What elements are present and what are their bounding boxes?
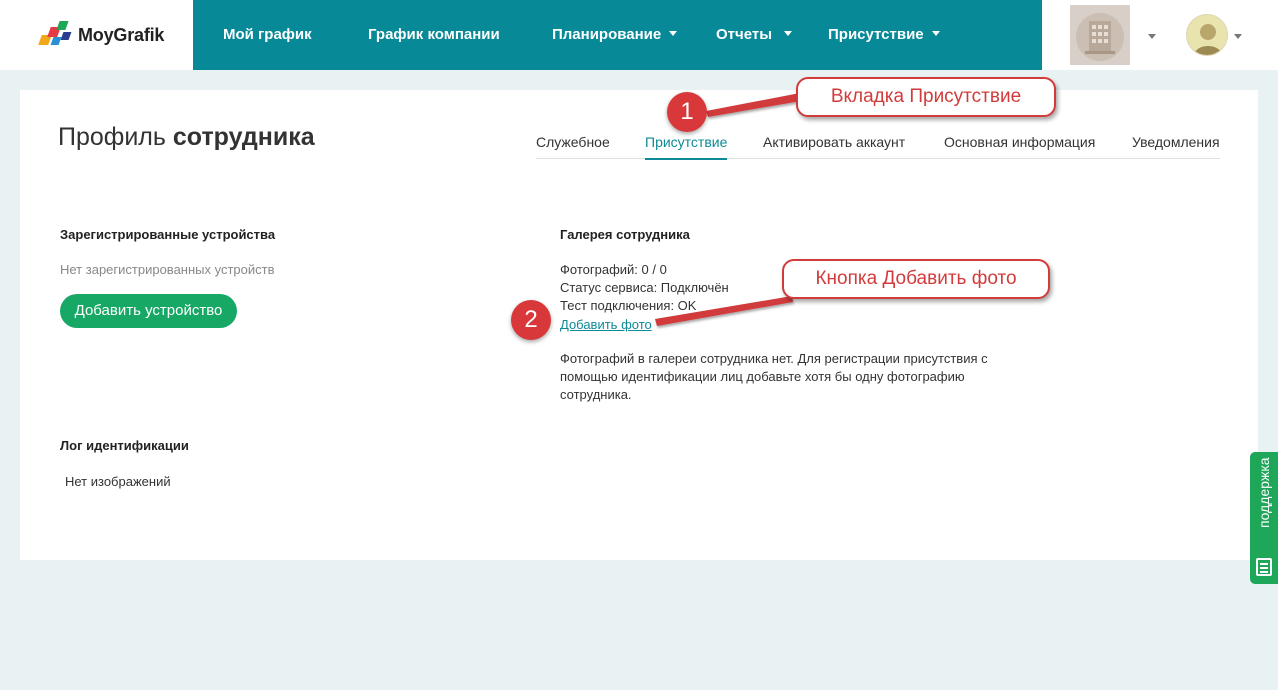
add-device-button[interactable]: Добавить устройство [60, 294, 237, 328]
devices-title: Зарегистрированные устройства [60, 227, 276, 242]
user-icon [1187, 15, 1227, 55]
nav-company-schedule[interactable]: График компании [368, 0, 500, 70]
support-chat-icon [1256, 558, 1272, 576]
nav-my-schedule-label: Мой график [223, 26, 312, 43]
tab-activate-account[interactable]: Активировать аккаунт [763, 134, 905, 159]
header: MoyGrafik Мой график График компании Пла… [0, 0, 1278, 70]
user-avatar[interactable] [1186, 14, 1228, 56]
chevron-down-icon [669, 30, 678, 36]
nav-my-schedule[interactable]: Мой график [223, 0, 312, 70]
annotation-callout-add-photo: Кнопка Добавить фото [782, 259, 1050, 299]
tab-service-label: Служебное [536, 134, 610, 150]
support-tab[interactable]: поддержка [1250, 452, 1278, 584]
annotation-callout-attendance-tab: Вкладка Присутствие [796, 77, 1056, 117]
annotation-marker-2: 2 [511, 300, 551, 340]
tab-attendance[interactable]: Присутствие [645, 134, 728, 160]
profile-tabs: Служебное Присутствие Активировать аккау… [536, 134, 1220, 160]
company-menu-chevron-icon[interactable] [1148, 34, 1156, 39]
tab-attendance-label: Присутствие [645, 134, 728, 150]
log-empty-text: Нет изображений [65, 474, 171, 489]
building-icon [1070, 5, 1130, 65]
devices-empty-text: Нет зарегистрированных устройств [60, 262, 275, 277]
tab-service[interactable]: Служебное [536, 134, 610, 159]
chevron-down-icon [931, 30, 940, 36]
gallery-title: Галерея сотрудника [560, 227, 690, 242]
nav-planning[interactable]: Планирование [552, 0, 678, 70]
logo-icon [38, 21, 74, 49]
tab-notifications-label: Уведомления [1132, 134, 1220, 150]
profile-card: Профиль сотрудника Служебное Присутствие… [20, 90, 1258, 560]
active-tab-indicator [645, 158, 728, 160]
page-title-bold: сотрудника [172, 123, 315, 151]
tab-main-info[interactable]: Основная информация [944, 134, 1095, 159]
annotation-marker-1: 1 [667, 92, 707, 132]
gallery-photo-count: Фотографий: 0 / 0 [560, 262, 667, 277]
nav-planning-label: Планирование [552, 26, 662, 43]
gallery-service-status: Статус сервиса: Подключён [560, 280, 729, 295]
user-menu-chevron-icon[interactable] [1234, 34, 1242, 39]
page-title: Профиль сотрудника [58, 123, 315, 152]
nav-attendance[interactable]: Присутствие [828, 0, 940, 70]
log-title: Лог идентификации [60, 438, 189, 453]
company-picture[interactable] [1070, 5, 1130, 65]
chevron-down-icon [784, 30, 793, 36]
gallery-connection-test: Тест подключения: OK [560, 298, 697, 313]
nav-company-schedule-label: График компании [368, 26, 500, 43]
nav-reports-label: Отчеты [716, 26, 773, 43]
nav-attendance-label: Присутствие [828, 26, 924, 43]
add-photo-link[interactable]: Добавить фото [560, 317, 652, 332]
page-title-light: Профиль [58, 123, 166, 151]
nav-reports[interactable]: Отчеты [716, 0, 793, 70]
tab-main-info-label: Основная информация [944, 134, 1096, 150]
support-label: поддержка [1256, 457, 1272, 528]
tab-notifications[interactable]: Уведомления [1132, 134, 1220, 159]
brand-name: MoyGrafik [78, 24, 165, 45]
gallery-empty-note: Фотографий в галереи сотрудника нет. Для… [560, 351, 988, 402]
brand-logo[interactable]: MoyGrafik [38, 20, 164, 50]
main-nav: Мой график График компании Планирование … [193, 0, 1042, 70]
tab-activate-account-label: Активировать аккаунт [763, 134, 906, 150]
